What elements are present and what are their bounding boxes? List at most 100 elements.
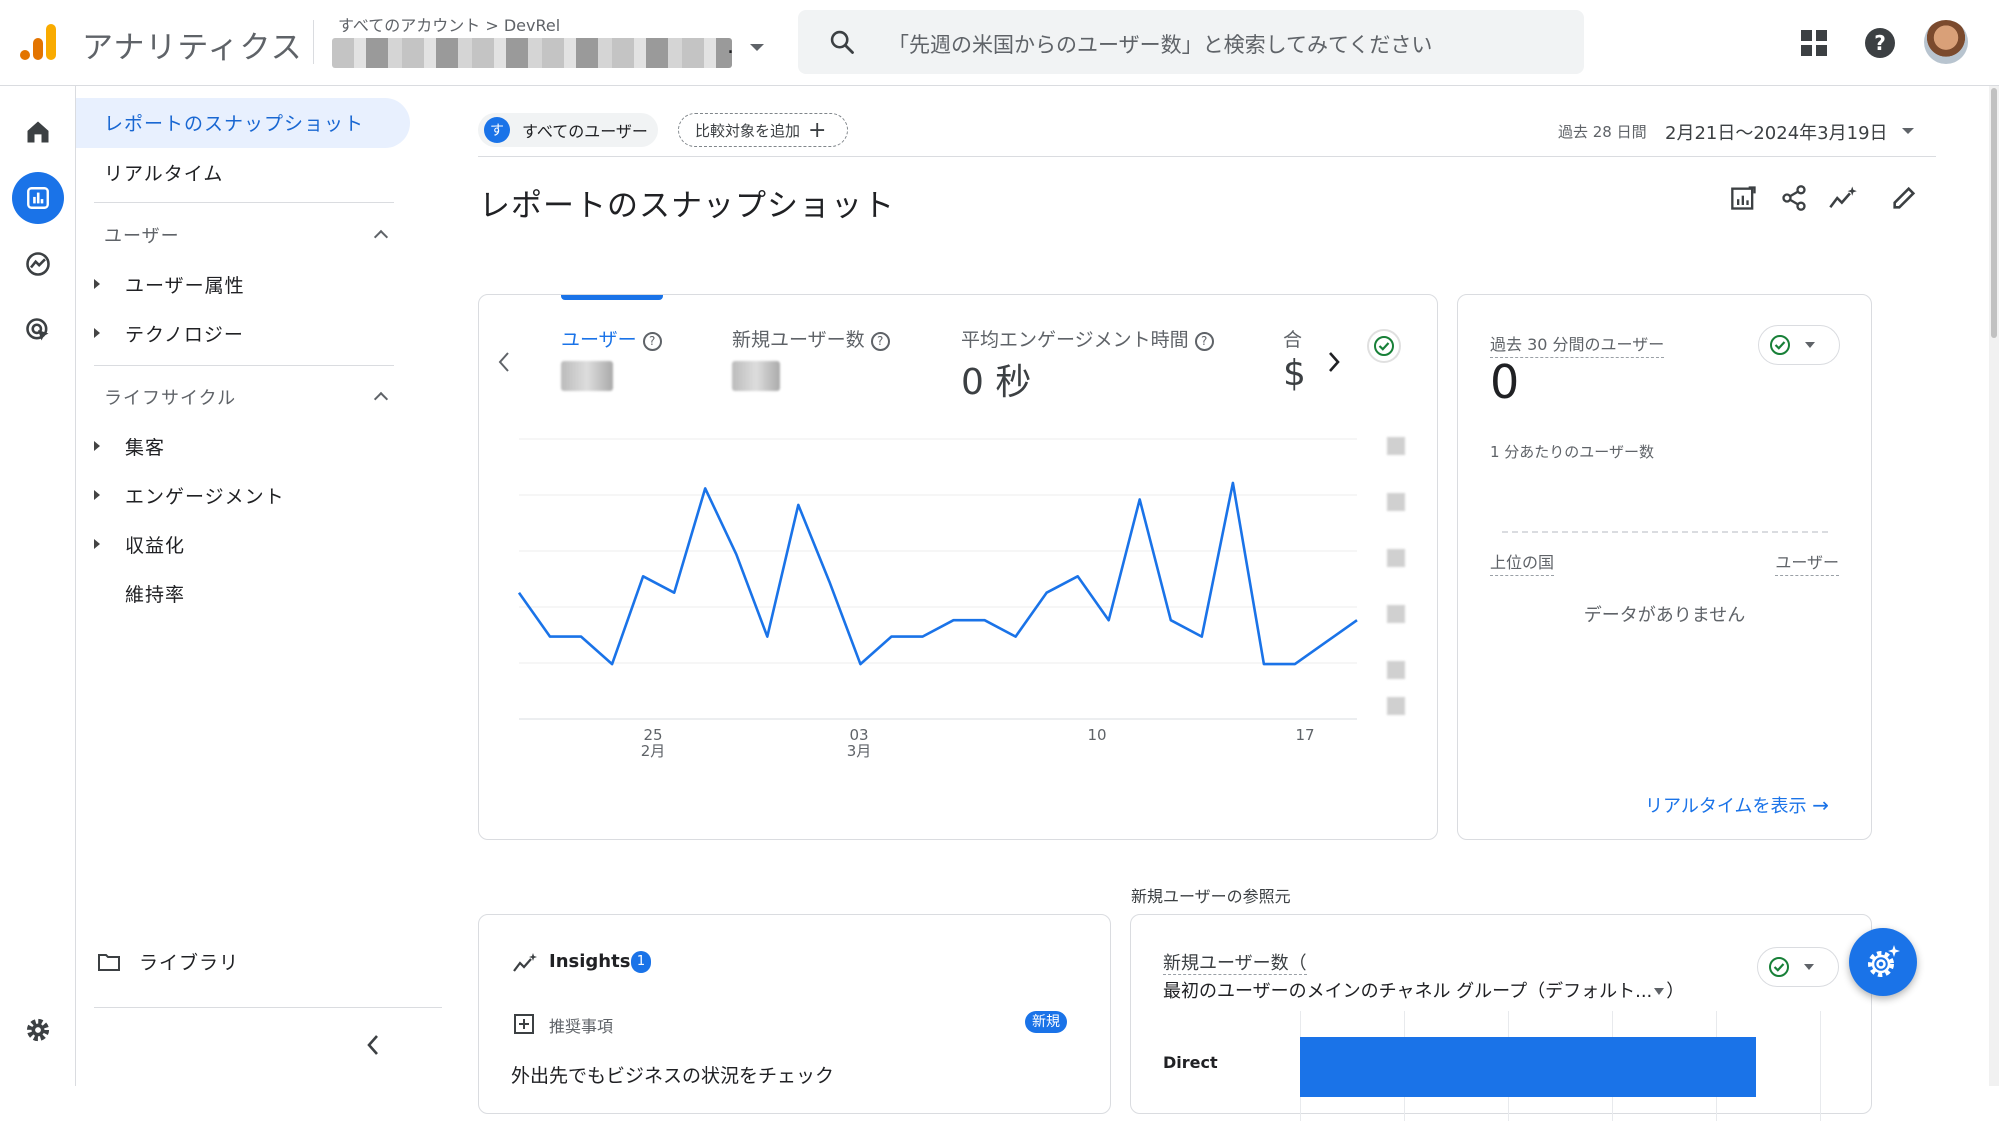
chart-point[interactable] — [1196, 631, 1208, 643]
caret-down-icon — [1804, 964, 1814, 970]
chart-point[interactable] — [885, 631, 897, 643]
realtime-title[interactable]: 過去 30 分間のユーザー — [1490, 331, 1665, 358]
chart-point[interactable] — [1258, 658, 1270, 670]
date-range-dropdown-icon[interactable] — [1902, 128, 1914, 134]
expand-arrow-icon[interactable] — [94, 490, 100, 500]
y-axis-label-redacted — [1387, 549, 1405, 567]
chart-point[interactable] — [1134, 493, 1146, 505]
collapse-nav-icon[interactable] — [366, 1034, 380, 1056]
nav-divider — [94, 202, 394, 203]
chart-point[interactable] — [575, 631, 587, 643]
chart-point[interactable] — [854, 658, 866, 670]
date-range-value[interactable]: 2月21日〜2024年3月19日 — [1665, 119, 1888, 145]
expand-arrow-icon[interactable] — [94, 441, 100, 451]
insight-text[interactable]: 外出先でもビジネスの状況をチェック — [511, 1061, 834, 1088]
customize-report-icon[interactable] — [1730, 184, 1758, 212]
expand-arrow-icon[interactable] — [94, 279, 100, 289]
chart-point[interactable] — [637, 570, 649, 582]
rail-explore-button[interactable] — [12, 238, 64, 290]
nav-item-snapshot[interactable]: レポートのスナップショット — [76, 98, 410, 148]
chart-point[interactable] — [668, 587, 680, 599]
assistant-fab[interactable] — [1849, 928, 1917, 996]
view-realtime-link[interactable]: リアルタイムを表示 → — [1645, 792, 1829, 818]
chart-point[interactable] — [699, 482, 711, 494]
share-icon[interactable] — [1780, 184, 1808, 212]
search-icon — [830, 30, 854, 54]
edit-pencil-icon[interactable] — [1890, 184, 1918, 212]
nav-item-realtime[interactable]: リアルタイム — [104, 159, 223, 186]
account-breadcrumb[interactable]: すべてのアカウント > DevRel — [338, 12, 560, 36]
metrics-chart-card: ユーザー? 新規ユーザー数? 平均エンゲージメント時間? 0 秒 合 $ 25 2… — [478, 294, 1438, 840]
analytics-logo[interactable] — [20, 22, 58, 62]
rail-home-button[interactable] — [12, 106, 64, 158]
nav-divider — [94, 365, 394, 366]
rail-advertising-button[interactable] — [12, 304, 64, 356]
nav-item-retention[interactable]: 維持率 — [125, 580, 185, 607]
chart-point[interactable] — [948, 614, 960, 626]
chart-point[interactable] — [761, 631, 773, 643]
chart-point[interactable] — [1165, 614, 1177, 626]
chart-point[interactable] — [544, 631, 556, 643]
chart-point[interactable] — [1072, 570, 1084, 582]
chart-point[interactable] — [1351, 614, 1363, 626]
user-avatar[interactable] — [1924, 20, 1968, 64]
segment-chip[interactable]: す すべてのユーザー — [478, 113, 658, 147]
realtime-quality-dropdown[interactable] — [1758, 325, 1840, 365]
nav-item-monetization[interactable]: 収益化 — [125, 531, 185, 558]
chart-point[interactable] — [730, 548, 742, 560]
arrow-right-icon: → — [1812, 793, 1829, 817]
gear-icon — [26, 1018, 50, 1042]
bar-chart-icon — [27, 187, 49, 209]
reports-nav: レポートのスナップショット リアルタイム ユーザー ユーザー属性 テクノロジー … — [76, 86, 442, 1086]
direct-bar[interactable] — [1300, 1037, 1756, 1097]
nav-item-user-attributes[interactable]: ユーザー属性 — [125, 271, 245, 298]
chart-point[interactable] — [792, 499, 804, 511]
advertising-icon — [26, 318, 49, 341]
search-bar[interactable]: 「先週の米国からのユーザー数」と検索してみてください — [798, 10, 1584, 74]
chart-point[interactable] — [1103, 614, 1115, 626]
referral-title-line1[interactable]: 新規ユーザー数（ — [1163, 949, 1307, 975]
expand-arrow-icon[interactable] — [94, 328, 100, 338]
recommendation-icon — [514, 1014, 534, 1034]
account-dropdown-icon[interactable] — [750, 44, 764, 51]
chart-point[interactable] — [916, 631, 928, 643]
insights-sparkle-icon[interactable] — [1828, 184, 1858, 212]
nav-item-technology[interactable]: テクノロジー — [125, 320, 244, 347]
referral-quality-dropdown[interactable] — [1757, 947, 1839, 987]
apps-grid-icon[interactable] — [1800, 29, 1828, 57]
chart-point[interactable] — [1010, 631, 1022, 643]
nav-section-lifecycle[interactable]: ライフサイクル — [104, 384, 236, 410]
help-icon[interactable]: ? — [1864, 27, 1896, 59]
referral-dimension-selector[interactable]: 最初のユーザーのメインのチャネル グループ（デフォルト... ） — [1163, 977, 1684, 1003]
insights-title[interactable]: Insights — [549, 951, 630, 972]
check-circle-icon — [1770, 335, 1790, 355]
chart-point[interactable] — [979, 614, 991, 626]
home-icon — [27, 121, 49, 143]
rail-admin-button[interactable] — [12, 1004, 64, 1056]
chart-point[interactable] — [606, 658, 618, 670]
chart-point[interactable] — [823, 576, 835, 588]
nav-section-users[interactable]: ユーザー — [104, 222, 180, 248]
add-comparison-button[interactable]: 比較対象を追加 + — [678, 113, 848, 147]
nav-item-library[interactable]: ライブラリ — [139, 948, 239, 975]
page-scrollbar-thumb[interactable] — [1991, 88, 1997, 338]
nav-item-engagement[interactable]: エンゲージメント — [125, 482, 285, 509]
account-name-redacted[interactable] — [332, 38, 732, 68]
chart-point[interactable] — [1320, 636, 1332, 648]
chart-point[interactable] — [1289, 658, 1301, 670]
x-tick-label: 25 2月 — [640, 726, 666, 760]
chevron-up-icon[interactable] — [373, 229, 389, 245]
chevron-up-icon[interactable] — [373, 391, 389, 407]
nav-divider — [94, 1007, 442, 1008]
nav-item-acquisition[interactable]: 集客 — [125, 433, 165, 460]
rail-reports-button[interactable] — [12, 172, 64, 224]
date-range-label[interactable]: 過去 28 日間 — [1558, 121, 1647, 142]
page-title: レポートのスナップショット — [479, 188, 895, 224]
chart-point[interactable] — [513, 587, 525, 599]
left-rail — [0, 86, 76, 1086]
x-tick-label: 17 — [1295, 726, 1315, 744]
expand-arrow-icon[interactable] — [94, 539, 100, 549]
chart-point[interactable] — [1227, 477, 1239, 489]
plus-icon: + — [808, 117, 827, 143]
chart-point[interactable] — [1041, 587, 1053, 599]
